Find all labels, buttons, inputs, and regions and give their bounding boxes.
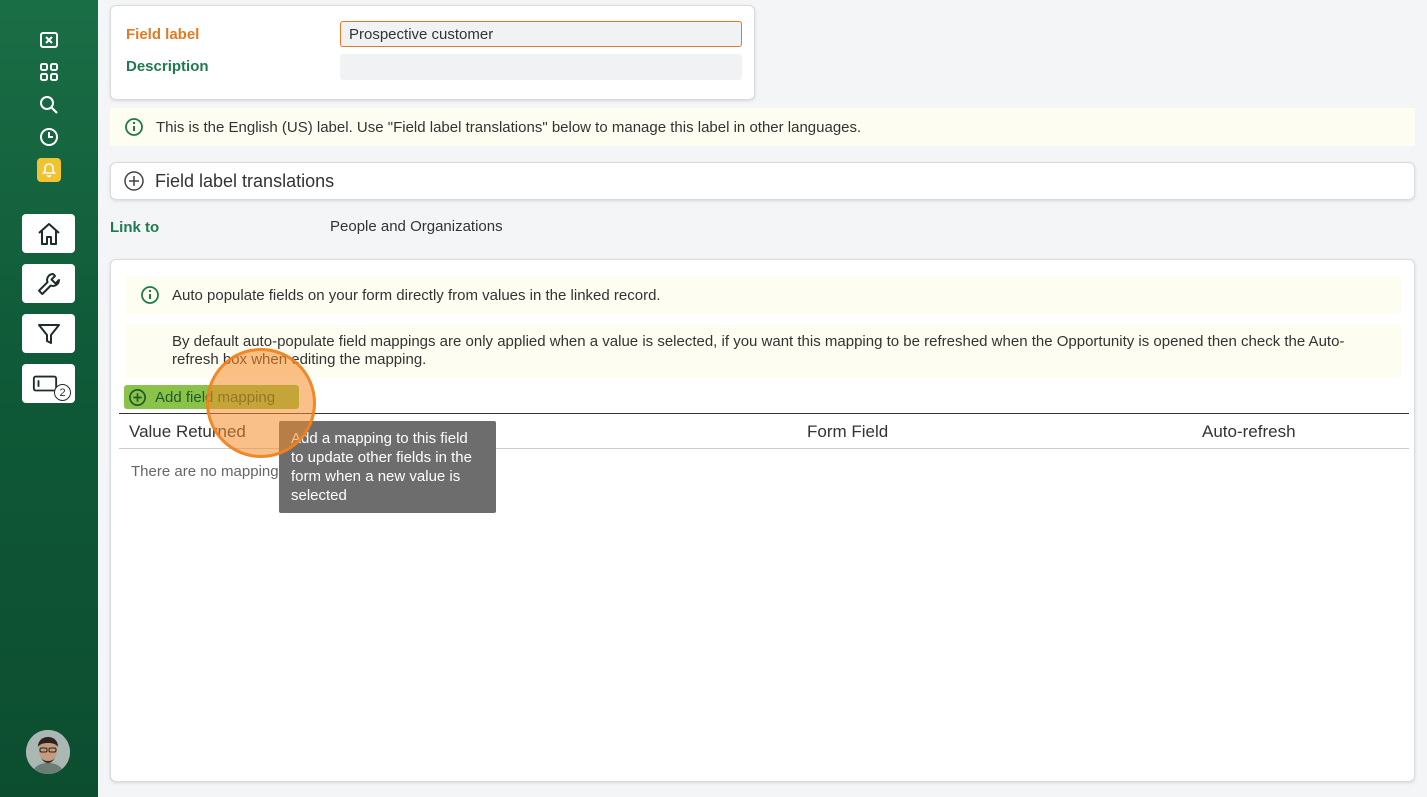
column-auto-refresh[interactable]: Auto-refresh [1202,422,1296,442]
default-mapping-note: By default auto-populate field mappings … [126,324,1401,378]
accordion-label: Field label translations [155,170,335,191]
field-label-label: Field label [126,26,200,43]
apps-grid-icon[interactable] [37,60,61,84]
auto-populate-note: Auto populate fields on your form direct… [126,276,1401,314]
add-field-mapping-button[interactable]: Add field mapping [124,385,299,409]
field-label-input[interactable]: Prospective customer [340,21,742,47]
description-label: Description [126,58,209,75]
filter-icon [37,323,60,344]
plus-circle-icon [124,171,144,191]
bell-icon[interactable] [37,158,61,182]
home-icon [37,222,60,245]
field-label-card: Field label Prospective customer Descrip… [110,5,755,100]
description-input[interactable] [340,54,742,80]
link-to-label: Link to [110,219,160,236]
column-form-field[interactable]: Form Field [807,422,888,442]
auto-populate-note-text: Auto populate fields on your form direct… [172,286,661,304]
tickets-count-badge: 2 [54,384,71,401]
english-label-info-banner: This is the English (US) label. Use "Fie… [110,108,1415,146]
filter-button[interactable] [22,314,75,353]
avatar[interactable] [26,730,70,774]
wrench-icon [37,272,60,295]
add-mapping-tooltip: Add a mapping to this field to update ot… [279,421,496,513]
add-field-mapping-label: Add field mapping [155,388,276,406]
info-icon [125,118,143,136]
sidebar: 2 [0,0,98,797]
info-banner-text: This is the English (US) label. Use "Fie… [156,118,862,136]
search-icon[interactable] [37,93,61,117]
plus-circle-icon [129,388,146,406]
column-value-returned[interactable]: Value Returned [129,422,246,442]
tools-button[interactable] [22,264,75,303]
field-mapping-panel: Auto populate fields on your form direct… [110,259,1415,782]
tickets-button[interactable]: 2 [22,364,75,403]
history-clock-icon[interactable] [37,125,61,149]
close-box-icon[interactable] [37,28,61,52]
field-label-translations-accordion[interactable]: Field label translations [110,162,1415,200]
home-button[interactable] [22,214,75,253]
empty-mappings-message: There are no mappings [131,463,287,480]
link-to-value: People and Organizations [330,218,503,235]
info-icon [141,286,159,304]
